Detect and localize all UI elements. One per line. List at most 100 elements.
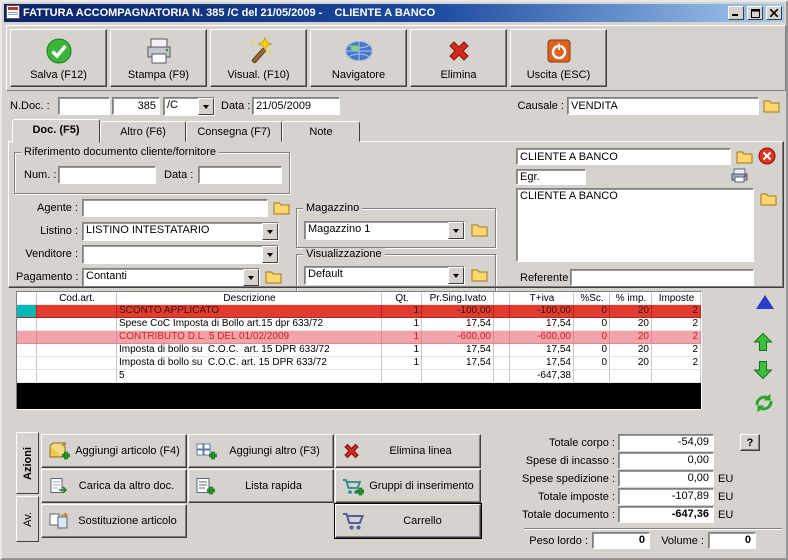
add-box-icon [49, 442, 70, 460]
tab-altro[interactable]: Altro (F6) [100, 121, 186, 142]
spese-spedizione-label: Spese spedizione : [522, 473, 615, 485]
totale-corpo-field: -54,09 [618, 434, 714, 451]
col-selector[interactable] [17, 292, 37, 305]
delete-button[interactable]: Elimina [410, 29, 507, 87]
delete-x-icon [448, 40, 469, 61]
col-blank[interactable] [494, 292, 510, 305]
add-article-button[interactable]: Aggiungi articolo (F4) [41, 434, 187, 468]
col-imposte[interactable]: Imposte [652, 292, 701, 305]
cell-tiva: 17,54 [510, 318, 574, 331]
cart-button[interactable]: Carrello [334, 503, 482, 539]
row-selector-cell[interactable] [17, 305, 37, 318]
power-icon [547, 39, 570, 62]
col-t-iva[interactable]: T+iva [510, 292, 574, 305]
blue-up-arrow-icon [756, 295, 774, 309]
tab-note[interactable]: Note [282, 121, 360, 142]
cell-aliq: 20 [610, 318, 652, 331]
delete-line-button[interactable]: Elimina linea [335, 434, 481, 468]
tab-av[interactable]: Av. [16, 496, 39, 542]
date-input[interactable] [252, 97, 340, 115]
help-button[interactable]: ? [740, 434, 760, 451]
tab-consegna[interactable]: Consegna (F7) [186, 121, 282, 142]
table-row[interactable]: SCONTO APPLICATO 1 -100,00 -100,00 0 20 … [17, 305, 701, 318]
swap-documents-icon [49, 512, 69, 529]
volume-label: Volume : [661, 535, 704, 547]
cell-imposte [652, 370, 701, 383]
col-cod-art[interactable]: Cod.art. [37, 292, 117, 305]
cell-pr: 17,54 [422, 344, 494, 357]
globe-icon [345, 40, 372, 61]
date-label: Data : [221, 100, 251, 112]
table-summary-row: 5 -647,38 [17, 370, 701, 383]
cell-cod-art [37, 331, 117, 344]
spese-incasso-label: Spese di incasso : [525, 455, 615, 467]
exit-button[interactable]: Uscita (ESC) [510, 29, 607, 87]
cell-pr: 17,54 [422, 357, 494, 370]
recalculate-button[interactable] [752, 393, 776, 413]
print-button[interactable]: Stampa (F9) [110, 29, 207, 87]
ndoc-input[interactable] [112, 97, 160, 115]
cell-pr [422, 370, 494, 383]
add-grid-icon [196, 443, 217, 460]
insert-groups-button[interactable]: Gruppi di inserimento [335, 469, 481, 503]
cell-descrizione: Imposta di bollo su C.O.C. art. 15 DPR 6… [117, 357, 382, 370]
maximize-button[interactable] [747, 6, 763, 20]
col-pr-sing-ivato[interactable]: Pr.Sing.Ivato [422, 292, 494, 305]
titlebar[interactable]: FATTURA ACCOMPAGNATORIA N. 385 /C del 21… [4, 4, 784, 22]
row-selector-cell[interactable] [17, 318, 37, 331]
table-row[interactable]: Imposta di bollo su C.O.C. art. 15 DPR 6… [17, 357, 701, 370]
add-other-button[interactable]: Aggiungi altro (F3) [188, 434, 334, 468]
row-selector-cell[interactable] [17, 357, 37, 370]
table-row[interactable]: Imposta di bollo su C.O.C. art. 15 DPR 6… [17, 344, 701, 357]
causale-folder-button[interactable] [761, 97, 781, 114]
minimize-icon [732, 14, 738, 16]
cell-cod-art [37, 305, 117, 318]
summary-count: 5 [117, 370, 382, 383]
green-down-arrow-icon [753, 361, 773, 380]
causale-input[interactable] [567, 97, 759, 115]
cell-pr: -600,00 [422, 331, 494, 344]
navigator-button[interactable]: Navigatore [310, 29, 407, 87]
cell-sc: 0 [574, 344, 610, 357]
row-selector-cell [17, 370, 37, 383]
cart-add-icon [343, 478, 364, 495]
minimize-button[interactable] [728, 6, 744, 20]
ndoc-extra-input[interactable] [58, 97, 110, 115]
tab-doc[interactable]: Doc. (F5) [12, 119, 100, 143]
table-header: Cod.art. Descrizione Qt. Pr.Sing.Ivato T… [17, 292, 701, 305]
table-row[interactable]: Spese CoC Imposta di Bollo art.15 dpr 63… [17, 318, 701, 331]
col-sc[interactable]: %Sc. [574, 292, 610, 305]
cell-cod-art [37, 344, 117, 357]
cell-tiva: 17,54 [510, 357, 574, 370]
cell-imposte: 2 [652, 305, 701, 318]
quick-list-button[interactable]: Lista rapida [188, 469, 334, 503]
load-from-doc-button[interactable]: Carica da altro doc. [41, 469, 187, 503]
series-dropdown-button[interactable] [198, 98, 214, 115]
totale-documento-label: Totale documento : [522, 509, 615, 521]
scroll-top-button[interactable] [753, 293, 777, 311]
move-row-down-button[interactable] [751, 358, 775, 382]
cell-pr: 17,54 [422, 318, 494, 331]
replace-article-button[interactable]: Sostituzione articolo [41, 504, 187, 538]
currency-label: EU [718, 509, 734, 521]
series-select[interactable]: /C [163, 97, 215, 116]
row-selector-cell[interactable] [17, 344, 37, 357]
col-qt[interactable]: Qt. [382, 292, 422, 305]
row-selector-cell[interactable] [17, 331, 37, 344]
move-row-up-button[interactable] [751, 330, 775, 354]
cell-blank [494, 370, 510, 383]
series-value: /C [167, 99, 178, 111]
table-row[interactable]: CONTRIBUTO D.L. 5 DEL 01/02/2009 1 -600,… [17, 331, 701, 344]
close-button[interactable] [766, 6, 782, 20]
cell-tiva: -100,00 [510, 305, 574, 318]
save-button[interactable]: Salva (F12) [10, 29, 107, 87]
cell-tiva: 17,54 [510, 344, 574, 357]
cell-cod-art [37, 318, 117, 331]
visualize-button[interactable]: Visual. (F10) [210, 29, 307, 87]
cell-blank [494, 318, 510, 331]
close-icon [770, 9, 778, 17]
col-imp-pct[interactable]: % imp. [610, 292, 652, 305]
totale-corpo-label: Totale corpo : [548, 437, 615, 449]
tab-azioni[interactable]: Azioni [16, 432, 39, 494]
col-descrizione[interactable]: Descrizione [117, 292, 382, 305]
